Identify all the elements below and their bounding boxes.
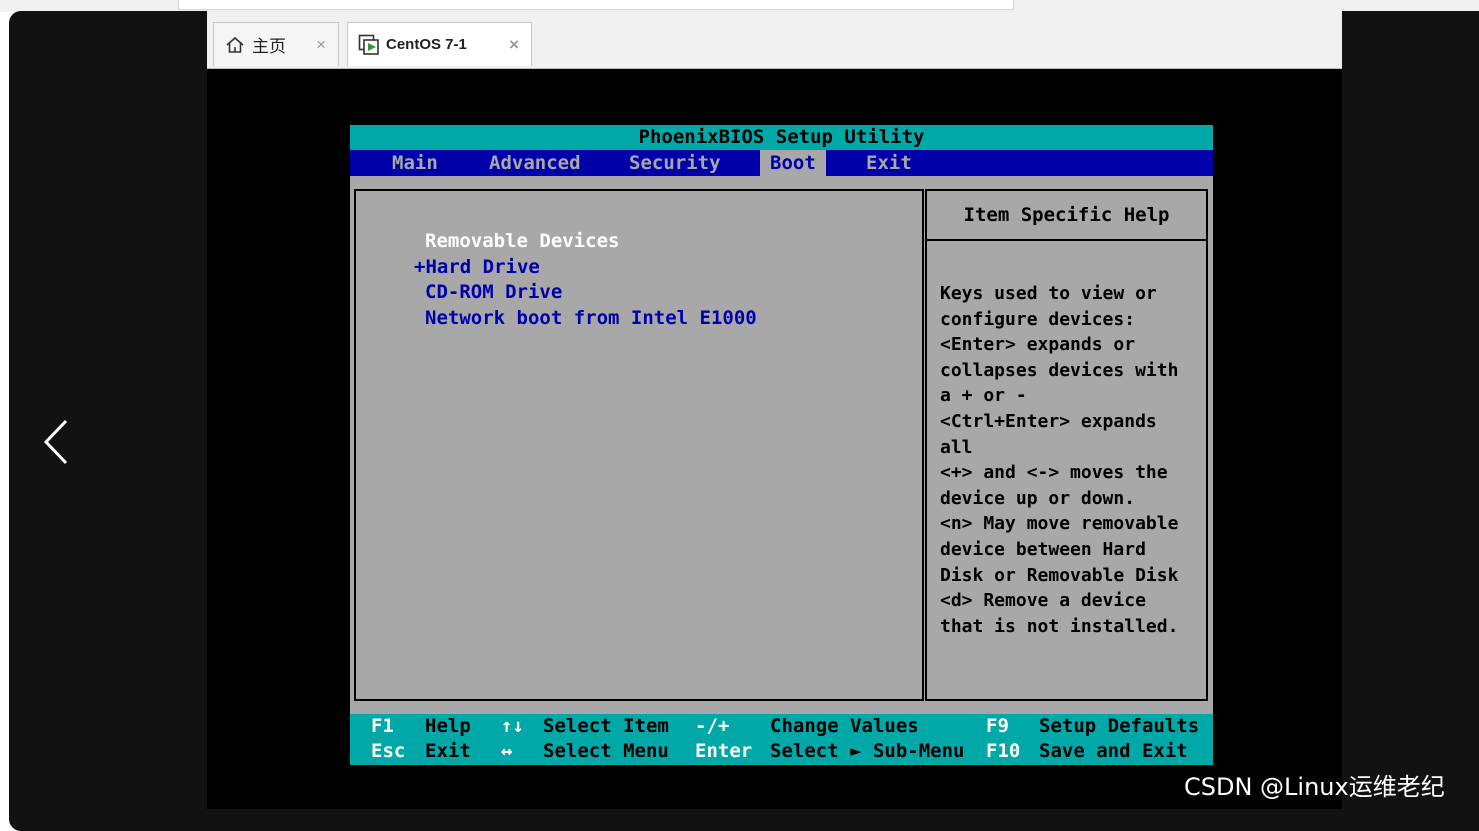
- boot-order-panel: Removable Devices +Hard Drive CD-ROM Dri…: [354, 189, 924, 701]
- boot-item-network-boot[interactable]: Network boot from Intel E1000: [425, 306, 757, 332]
- bios-screen[interactable]: PhoenixBIOS Setup Utility Main Advanced …: [350, 125, 1213, 765]
- bios-key-legend: F1 Help ↑↓ Select Item -/+ Change Values…: [350, 714, 1213, 765]
- bios-menu-exit[interactable]: Exit: [856, 150, 922, 176]
- watermark-text: CSDN @Linux运维老纪: [1184, 773, 1445, 801]
- key-enter: Enter: [695, 740, 753, 762]
- tab-home-label: 主页: [252, 37, 286, 56]
- bios-menu-boot[interactable]: Boot: [760, 150, 826, 176]
- bios-title: PhoenixBIOS Setup Utility: [350, 125, 1213, 150]
- tab-centos-label: CentOS 7-1: [386, 36, 467, 53]
- tab-centos-close-icon[interactable]: ×: [507, 35, 521, 55]
- previous-image-button[interactable]: [40, 417, 76, 467]
- bios-menu-main[interactable]: Main: [382, 150, 448, 176]
- key-f1-desc: Help: [425, 715, 471, 737]
- key-f10-desc: Save and Exit: [1039, 740, 1188, 762]
- key-minus-plus: -/+: [695, 715, 730, 737]
- tab-centos[interactable]: CentOS 7-1 ×: [347, 22, 532, 66]
- home-icon: [224, 34, 246, 56]
- key-f9-desc: Setup Defaults: [1039, 715, 1200, 737]
- key-f1: F1: [371, 715, 394, 737]
- background-page-frame: [178, 0, 1014, 10]
- key-updown-desc: Select Item: [543, 715, 669, 737]
- tab-home-close-icon[interactable]: ×: [314, 35, 328, 55]
- boot-item-removable-devices[interactable]: Removable Devices: [425, 229, 619, 255]
- tab-home[interactable]: 主页 ×: [213, 22, 339, 66]
- key-enter-desc: Select ► Sub-Menu: [770, 740, 965, 762]
- key-esc: Esc: [371, 740, 406, 762]
- help-title: Item Specific Help: [927, 191, 1206, 241]
- key-minus-plus-desc: Change Values: [770, 715, 919, 737]
- bios-body: Removable Devices +Hard Drive CD-ROM Dri…: [350, 176, 1213, 714]
- key-leftright: ↔: [501, 740, 513, 762]
- chevron-left-icon: [43, 419, 68, 465]
- boot-item-hard-drive[interactable]: +Hard Drive: [414, 255, 540, 281]
- vm-icon: [358, 34, 380, 56]
- bios-menu-bar: Main Advanced Security Boot Exit: [350, 150, 1213, 176]
- bios-menu-advanced[interactable]: Advanced: [479, 150, 591, 176]
- key-leftright-desc: Select Menu: [543, 740, 669, 762]
- help-text: Keys used to view or configure devices: …: [940, 283, 1179, 637]
- bios-menu-security[interactable]: Security: [619, 150, 731, 176]
- key-f10: F10: [986, 740, 1021, 762]
- key-esc-desc: Exit: [425, 740, 471, 762]
- tab-bar: 主页 × CentOS 7-1 ×: [207, 11, 1342, 69]
- key-f9: F9: [986, 715, 1009, 737]
- key-updown: ↑↓: [501, 715, 524, 737]
- boot-item-cdrom-drive[interactable]: CD-ROM Drive: [425, 280, 562, 306]
- item-help-panel: Item Specific Help Keys used to view or …: [925, 189, 1208, 701]
